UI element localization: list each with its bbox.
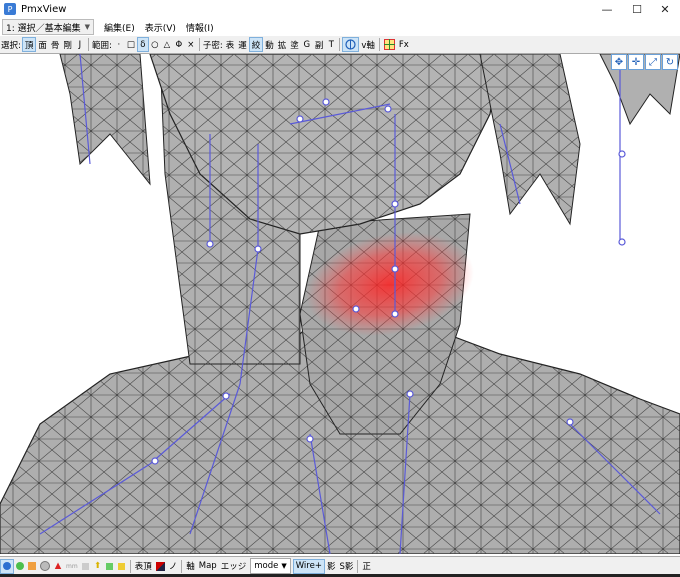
cross-surface-button[interactable]: 表 <box>224 37 237 52</box>
cross-squeeze-button[interactable]: 絞 <box>248 37 264 52</box>
mode-select-value: 1: 選択／基本編集 <box>6 23 81 34</box>
menu-edit[interactable]: 編集(E) <box>104 21 135 34</box>
surface-toggle[interactable]: 表頂 <box>133 559 154 574</box>
self-shadow-toggle[interactable]: S影 <box>337 559 355 574</box>
gray-circle-icon[interactable] <box>38 559 52 574</box>
rotate-icon[interactable]: ↻ <box>662 54 678 70</box>
title-bar: P PmxView — ☐ ✕ <box>0 0 680 18</box>
bottom-toolbar: ▲ mm ⬆ 表頂 ノ 軸 Map エッジ mode ▼ Wire+ 影 S影 … <box>0 556 680 575</box>
range-point-button[interactable]: · <box>113 37 125 52</box>
mode-dropdown[interactable]: mode ▼ <box>250 558 291 574</box>
zoom-icon[interactable]: ⤢ <box>645 54 661 70</box>
window-title: PmxView <box>21 3 67 15</box>
green-dot-icon[interactable] <box>14 559 26 574</box>
view-nav-controls: ✥ ✛ ⤢ ↻ <box>610 54 678 70</box>
divider <box>181 559 183 573</box>
front-view-button[interactable]: 正 <box>360 559 373 574</box>
divider <box>87 38 89 51</box>
cross-transport-button[interactable]: 運 <box>236 37 249 52</box>
shadow-toggle[interactable]: 影 <box>325 559 338 574</box>
cross-label: 子密: <box>202 40 223 51</box>
cross-sub-button[interactable]: 副 <box>313 37 326 52</box>
chevron-down-icon: ▼ <box>84 23 91 31</box>
mode-dropdown-value: mode <box>254 561 279 571</box>
chevron-down-icon: ▼ <box>281 562 287 570</box>
blue-dot-icon[interactable] <box>0 558 14 574</box>
cross-move-button[interactable]: 動 <box>263 37 276 52</box>
orange-square-icon[interactable] <box>26 559 38 574</box>
range-triangle-button[interactable]: △ <box>161 37 173 52</box>
range-rect-button[interactable]: □ <box>125 37 137 52</box>
divider <box>339 38 341 51</box>
edge-toggle[interactable]: エッジ <box>219 559 249 574</box>
3d-viewport[interactable] <box>0 54 680 554</box>
select-rigid-button[interactable]: 剛 <box>61 37 74 52</box>
close-button[interactable]: ✕ <box>648 0 680 18</box>
select-vertex-button[interactable]: 頂 <box>21 37 37 52</box>
wire-toggle[interactable]: Wire+ <box>292 558 325 574</box>
range-label: 範囲: <box>91 40 112 51</box>
yellow-arrow-icon[interactable]: ⬆ <box>92 559 104 574</box>
model-render <box>0 54 680 554</box>
move-icon[interactable]: ✥ <box>611 54 627 70</box>
cross-t-button[interactable]: T <box>325 37 337 52</box>
grid-icon[interactable] <box>382 37 397 52</box>
axis-toggle[interactable]: 軸 <box>184 559 197 574</box>
red-triangle-icon[interactable]: ▲ <box>52 559 64 574</box>
cross-paint-button[interactable]: 塗 <box>288 37 301 52</box>
gray-square-icon[interactable] <box>80 559 92 574</box>
select-label: 選択: <box>1 40 21 51</box>
cross-g-button[interactable]: G <box>301 37 313 52</box>
divider <box>198 38 200 51</box>
map-toggle[interactable]: Map <box>197 559 219 574</box>
select-joint-button[interactable]: J <box>74 37 86 52</box>
no-toggle[interactable]: ノ <box>167 559 180 574</box>
color-swatch-icon[interactable] <box>154 559 167 574</box>
small-label-icon[interactable]: mm <box>64 559 80 574</box>
green-square-icon[interactable] <box>104 559 116 574</box>
minimize-button[interactable]: — <box>590 0 624 18</box>
select-face-button[interactable]: 面 <box>36 37 49 52</box>
divider <box>378 38 380 51</box>
toolbar: 選択: 頂 面 骨 剛 J 範囲: · □ δ ○ △ Φ × 子密: 表 運 … <box>0 36 680 54</box>
mode-select[interactable]: 1: 選択／基本編集 ▼ <box>2 19 95 35</box>
range-circle-button[interactable]: ○ <box>149 37 161 52</box>
menu-bar: 1: 選択／基本編集 ▼ 編集(E) 表示(V) 情報(I) <box>0 18 680 36</box>
menu-info[interactable]: 情報(I) <box>186 21 214 34</box>
v-axis-button[interactable]: v軸 <box>359 37 377 52</box>
yellow-square-icon[interactable] <box>116 559 128 574</box>
range-phi-button[interactable]: Φ <box>173 37 185 52</box>
menu-view[interactable]: 表示(V) <box>145 21 176 34</box>
range-lasso-button[interactable]: δ <box>136 37 149 52</box>
divider <box>357 559 359 573</box>
divider <box>129 559 131 573</box>
range-cross-button[interactable]: × <box>185 37 197 52</box>
select-bone-button[interactable]: 骨 <box>49 37 62 52</box>
pan-icon[interactable]: ✛ <box>628 54 644 70</box>
cross-scale-button[interactable]: 拡 <box>276 37 289 52</box>
app-icon: P <box>4 3 16 15</box>
globe-icon[interactable] <box>342 37 360 52</box>
fx-button[interactable]: Fx <box>397 37 411 52</box>
